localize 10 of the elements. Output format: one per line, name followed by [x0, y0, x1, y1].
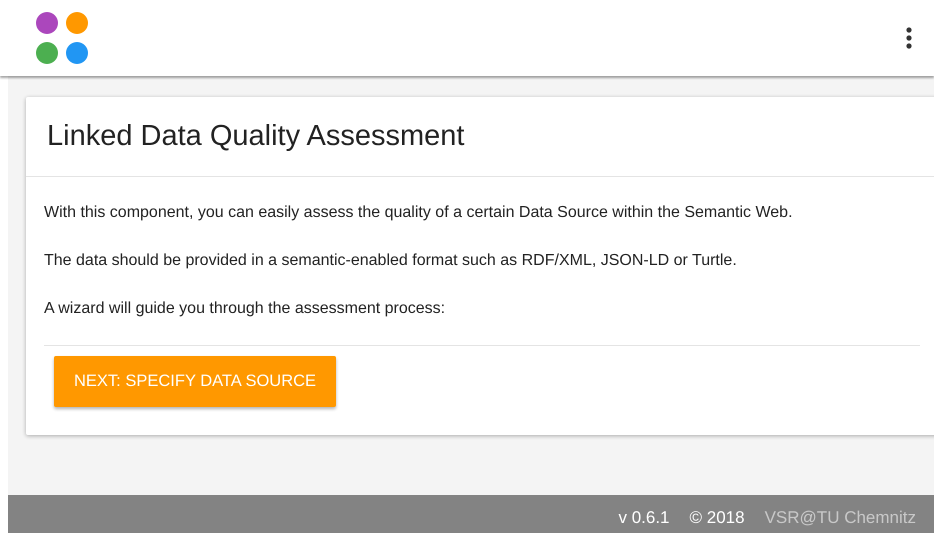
card-title: Linked Data Quality Assessment — [26, 97, 934, 177]
description-text: With this component, you can easily assess the quality of a certain Data Source within the Semantic Web. — [44, 202, 794, 223]
next-button[interactable]: NEXT: SPECIFY DATA SOURCE — [54, 356, 336, 407]
copyright-text: © 2018 — [690, 506, 745, 528]
footer-link[interactable]: VSR@TU Chemnitz — [764, 504, 916, 530]
logo-icon — [36, 12, 88, 64]
version-text: v 0.6.1 — [618, 506, 670, 528]
menu-icon[interactable] — [906, 27, 912, 49]
description-text: The data should be provided in a semantic-enabled format such as RDF/XML, JSON-LD or Turtle. — [44, 250, 738, 271]
description-text: A wizard will guide you through the assessment process: — [44, 298, 446, 319]
